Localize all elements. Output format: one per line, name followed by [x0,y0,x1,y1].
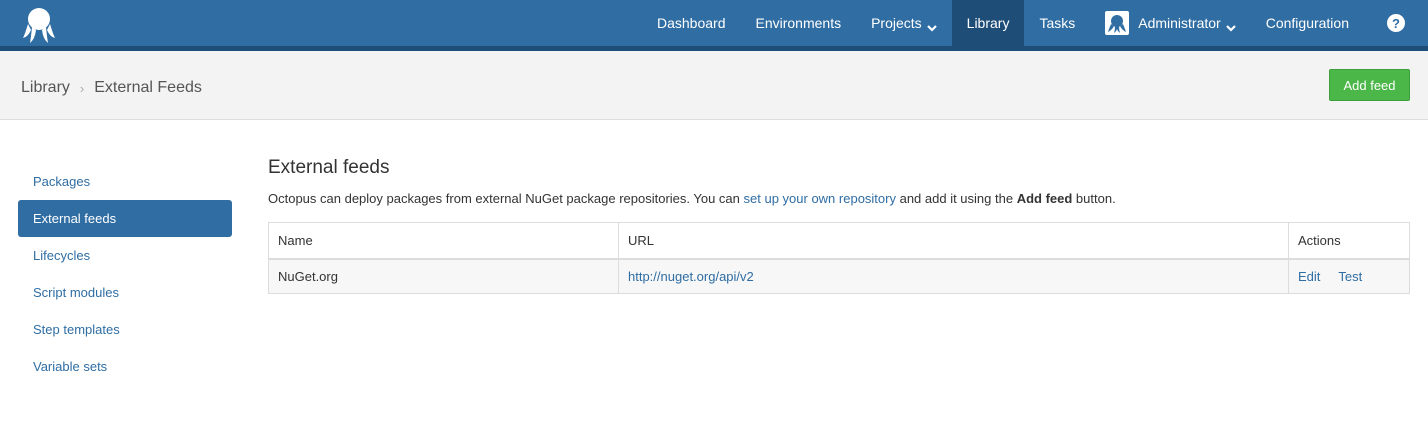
nav-library[interactable]: Library [951,0,1025,46]
nav-environments-label: Environments [755,15,842,31]
library-sidebar: Packages External feeds Lifecycles Scrip… [18,163,232,385]
avatar [1105,11,1130,35]
feeds-table: Name URL Actions NuGet.org http://nuget.… [268,222,1410,294]
feed-url-cell: http://nuget.org/api/v2 [618,258,1289,294]
chevron-down-icon [1225,19,1236,32]
nav-tasks[interactable]: Tasks [1024,0,1090,46]
setup-repository-link[interactable]: set up your own repository [744,191,896,206]
column-header-url: URL [618,222,1289,260]
desc-text-3: button. [1072,191,1116,206]
breadcrumb-library[interactable]: Library [21,79,70,97]
column-header-actions: Actions [1288,222,1410,260]
help-icon: ? [1387,14,1405,32]
feed-name: NuGet.org [268,258,619,294]
table-row: NuGet.org http://nuget.org/api/v2 Edit Te… [268,258,1410,294]
chevron-down-icon [926,19,937,32]
nav-administrator[interactable]: Administrator [1090,0,1250,46]
desc-text-1: Octopus can deploy packages from externa… [268,191,744,206]
edit-feed-link[interactable]: Edit [1298,269,1320,284]
breadcrumb-current: External Feeds [94,79,202,96]
nav-configuration[interactable]: Configuration [1251,0,1364,46]
desc-text-2: and add it using the [895,191,1017,206]
main-nav: Dashboard Environments Projects Library … [642,0,1428,46]
nav-projects[interactable]: Projects [856,0,952,46]
nav-administrator-label: Administrator [1138,15,1221,31]
desc-add-feed-bold: Add feed [1016,191,1073,206]
add-feed-button[interactable]: Add feed [1329,69,1410,101]
nav-dashboard-label: Dashboard [656,15,726,31]
main-content: External feeds Octopus can deploy packag… [268,157,1410,294]
nav-configuration-label: Configuration [1265,15,1349,31]
table-header-row: Name URL Actions [268,222,1410,260]
page-description: Octopus can deploy packages from externa… [268,191,1410,206]
sidebar-item-step-templates[interactable]: Step templates [18,311,232,348]
help-button[interactable]: ? [1364,0,1428,46]
sidebar-item-lifecycles[interactable]: Lifecycles [18,237,232,274]
sidebar-item-packages[interactable]: Packages [18,163,232,200]
page-header: Library › External Feeds Add feed [0,51,1428,120]
sidebar-item-script-modules[interactable]: Script modules [18,274,232,311]
octopus-logo-icon[interactable] [22,6,56,44]
nav-environments[interactable]: Environments [740,0,856,46]
page-title: External feeds [268,157,390,178]
nav-library-label: Library [966,15,1010,31]
sidebar-item-variable-sets[interactable]: Variable sets [18,348,232,385]
nav-dashboard[interactable]: Dashboard [642,0,741,46]
column-header-name: Name [268,222,619,260]
nav-tasks-label: Tasks [1039,15,1076,31]
top-navigation-bar: Dashboard Environments Projects Library … [0,0,1428,51]
nav-projects-label: Projects [871,15,922,31]
breadcrumb-separator: › [79,80,85,96]
feed-actions: Edit Test [1288,258,1410,294]
test-feed-link[interactable]: Test [1338,269,1362,284]
breadcrumb: Library › External Feeds [21,79,202,97]
feed-url-link[interactable]: http://nuget.org/api/v2 [628,269,754,284]
sidebar-item-external-feeds[interactable]: External feeds [18,200,232,237]
